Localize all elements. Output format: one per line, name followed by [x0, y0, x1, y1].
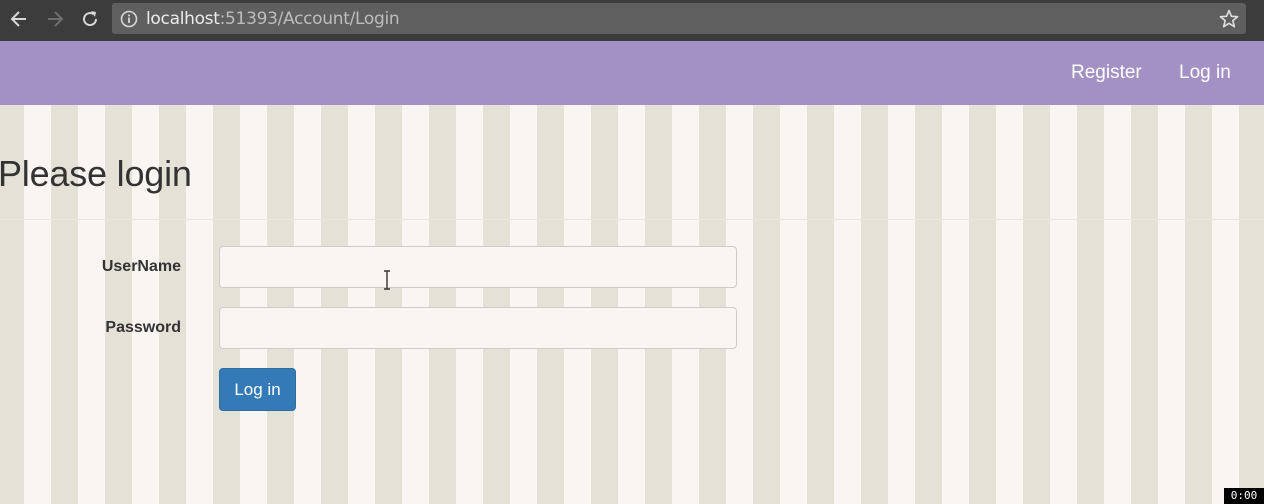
register-link[interactable]: Register — [1071, 62, 1142, 84]
timer-badge: 0:00 — [1224, 488, 1264, 504]
username-label: UserName — [101, 258, 181, 275]
login-submit-button[interactable]: Log in — [219, 368, 296, 411]
main-content: Please login UserName Password Log in — [0, 105, 1264, 504]
browser-toolbar: localhost:51393/Account/Login — [0, 0, 1264, 41]
back-arrow-icon — [10, 11, 26, 27]
username-input[interactable] — [219, 246, 737, 288]
login-link[interactable]: Log in — [1179, 62, 1231, 84]
text-cursor-icon — [384, 270, 390, 290]
url-path: :51393/Account/Login — [219, 9, 400, 29]
page-title: Please login — [0, 153, 192, 194]
password-input[interactable] — [219, 307, 737, 349]
url-text: localhost:51393/Account/Login — [146, 9, 400, 29]
star-icon[interactable] — [1218, 8, 1240, 30]
info-icon[interactable] — [120, 10, 138, 28]
forward-arrow-icon — [48, 11, 64, 27]
url-host: localhost — [146, 9, 220, 29]
reload-icon — [83, 11, 98, 27]
password-label: Password — [105, 319, 181, 336]
title-divider — [0, 219, 1264, 220]
forward-button[interactable] — [41, 5, 69, 33]
app-navbar: Register Log in — [0, 41, 1264, 105]
reload-button[interactable] — [76, 5, 104, 33]
back-button[interactable] — [5, 5, 33, 33]
address-bar[interactable]: localhost:51393/Account/Login — [112, 3, 1246, 34]
